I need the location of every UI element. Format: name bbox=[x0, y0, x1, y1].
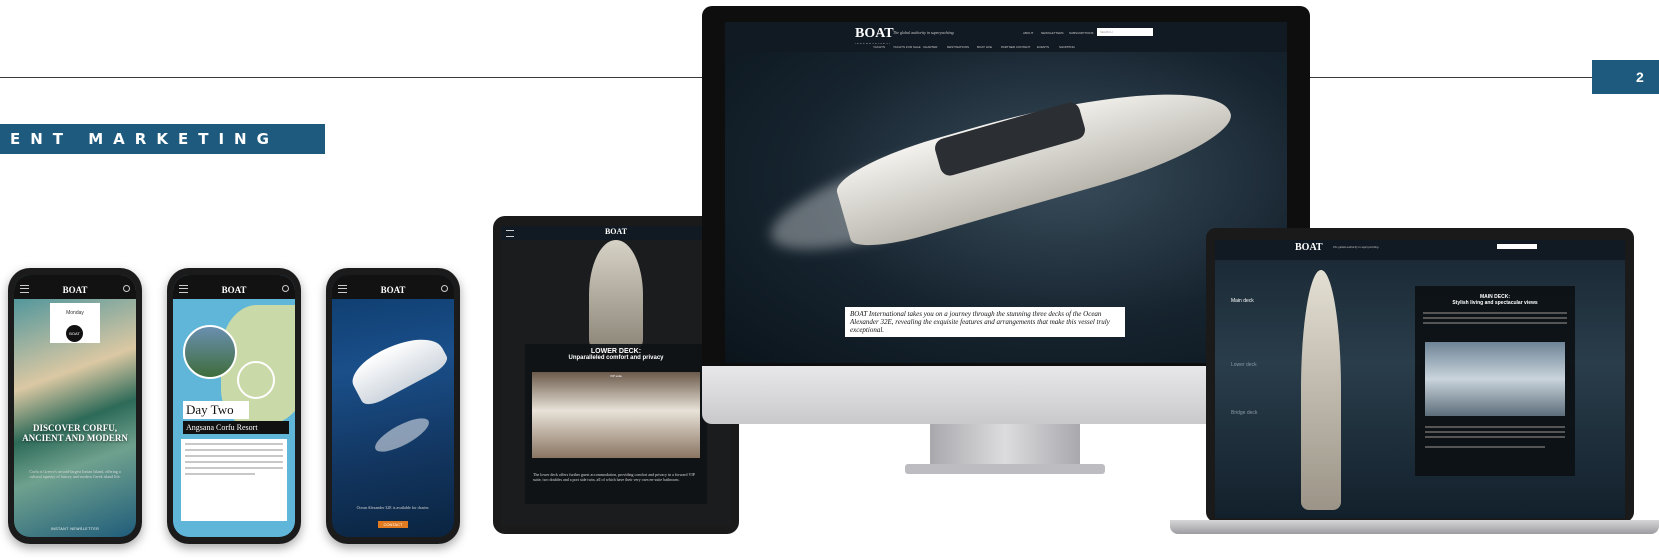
deck-label-bridge[interactable]: Bridge deck bbox=[1231, 410, 1257, 416]
laptop-site-header: BOAT The global authority in superyachti… bbox=[1215, 240, 1625, 260]
article-card bbox=[181, 439, 287, 521]
panel-title: LOWER DECK: bbox=[590, 348, 642, 355]
phone-screen: BOAT Day Two Angsana Corfu Resort bbox=[173, 275, 295, 537]
site-tagline: The global authority in superyachting bbox=[893, 30, 954, 35]
cabin-photo bbox=[532, 372, 700, 458]
laptop-search-input[interactable] bbox=[1497, 244, 1537, 249]
phone-screen: BOAT Monday BOAT DISCOVER CORFU, ANCIENT… bbox=[14, 275, 136, 537]
newsletter-link[interactable]: INSTANT NEWSLETTER bbox=[28, 527, 122, 531]
phone-nav-bar: BOAT bbox=[173, 275, 295, 299]
imac-screen: BOAT INTERNATIONAL The global authority … bbox=[725, 22, 1287, 363]
search-icon[interactable] bbox=[123, 285, 130, 292]
main-nav: YACHTS YACHTS FOR SALE CHARTER DESTINATI… bbox=[725, 44, 1287, 52]
deck-label-lower[interactable]: Lower deck bbox=[1231, 362, 1257, 368]
tablet-logo: BOAT bbox=[604, 227, 628, 236]
nav-charter[interactable]: CHARTER bbox=[923, 45, 937, 49]
panel-subtitle: Stylish living and spectacular views bbox=[1452, 300, 1538, 306]
caption: Ocean Alexander 32E is available for cha… bbox=[356, 505, 430, 510]
tablet-screen: BOAT LOWER DECK: Unparalleled comfort an… bbox=[501, 226, 731, 526]
phone-logo: BOAT bbox=[380, 285, 406, 295]
phone-mockup-yacht: BOAT Ocean Alexander 32E is available fo… bbox=[326, 268, 460, 544]
resort-label: Angsana Corfu Resort bbox=[183, 421, 289, 434]
contact-button[interactable]: CONTACT bbox=[378, 521, 408, 528]
search-icon[interactable] bbox=[441, 285, 448, 292]
location-photo bbox=[183, 325, 237, 379]
laptop-tagline: The global authority in superyachting bbox=[1333, 245, 1379, 249]
imac-stand bbox=[930, 424, 1080, 468]
wake-image bbox=[370, 412, 434, 458]
section-banner: ENT MARKETING bbox=[0, 124, 325, 154]
top-link-subscriptions[interactable]: SUBSCRIPTIONS bbox=[1069, 31, 1094, 35]
map-pin-icon[interactable] bbox=[237, 361, 275, 399]
laptop-base bbox=[1170, 520, 1659, 534]
phone-screen: BOAT Ocean Alexander 32E is available fo… bbox=[332, 275, 454, 537]
day-label: Day Two bbox=[183, 401, 249, 419]
deck-label-main[interactable]: Main deck bbox=[1231, 298, 1254, 304]
yacht-image bbox=[830, 58, 1240, 256]
top-link-about[interactable]: ABOUT bbox=[1023, 31, 1033, 35]
site-logo[interactable]: BOAT bbox=[855, 26, 894, 42]
nav-events[interactable]: EVENTS bbox=[1037, 45, 1049, 49]
deck-panel: LOWER DECK: Unparalleled comfort and pri… bbox=[525, 344, 707, 504]
phone-mockup-map: BOAT Day Two Angsana Corfu Resort bbox=[167, 268, 301, 544]
search-input[interactable]: SEARCH bbox=[1097, 28, 1153, 36]
panel-body: The lower deck offers further guest acco… bbox=[533, 472, 695, 482]
panel-subtitle: Unparalleled comfort and privacy bbox=[568, 355, 664, 361]
top-link-newsletters[interactable]: NEWSLETTERS bbox=[1041, 31, 1064, 35]
menu-icon[interactable] bbox=[179, 285, 188, 293]
menu-icon[interactable] bbox=[338, 285, 347, 293]
laptop-screen: BOAT The global authority in superyachti… bbox=[1215, 240, 1625, 518]
nav-boat-life[interactable]: BOAT LIFE bbox=[977, 45, 992, 49]
nav-yachts[interactable]: YACHTS bbox=[873, 45, 885, 49]
deck-panel: MAIN DECK: Stylish living and spectacula… bbox=[1415, 286, 1575, 476]
deck-plan-image bbox=[589, 240, 643, 350]
phone-nav-bar: BOAT bbox=[14, 275, 136, 299]
phone-nav-bar: BOAT bbox=[332, 275, 454, 299]
search-icon[interactable] bbox=[282, 285, 289, 292]
nav-shopping[interactable]: SHOPPING bbox=[1059, 45, 1075, 49]
deck-plan-image bbox=[1301, 270, 1341, 510]
brand-badge: BOAT bbox=[66, 325, 83, 342]
tablet-nav-bar: BOAT bbox=[501, 226, 731, 240]
imac-stand-base bbox=[905, 464, 1105, 474]
phone-logo: BOAT bbox=[221, 285, 247, 295]
menu-icon[interactable] bbox=[20, 285, 29, 293]
nav-destinations[interactable]: DESTINATIONS bbox=[947, 45, 969, 49]
phone-logo: BOAT bbox=[62, 285, 88, 295]
yacht-image bbox=[345, 325, 451, 409]
nav-yachts-for-sale[interactable]: YACHTS FOR SALE bbox=[893, 45, 921, 49]
hero-caption: BOAT International takes you on a journe… bbox=[845, 307, 1125, 337]
laptop-logo[interactable]: BOAT bbox=[1295, 242, 1323, 253]
sub-text: Corfu is Greece's second-largest Ionian … bbox=[29, 469, 121, 479]
nav-partner-content[interactable]: PARTNER CONTENT bbox=[1001, 45, 1030, 49]
phone-mockup-corfu: BOAT Monday BOAT DISCOVER CORFU, ANCIENT… bbox=[8, 268, 142, 544]
saloon-photo bbox=[1425, 342, 1565, 416]
page-number: 2 bbox=[1592, 60, 1659, 94]
photo-caption: VIP suite bbox=[610, 374, 622, 378]
headline: DISCOVER CORFU, ANCIENT AND MODERN bbox=[22, 423, 128, 443]
